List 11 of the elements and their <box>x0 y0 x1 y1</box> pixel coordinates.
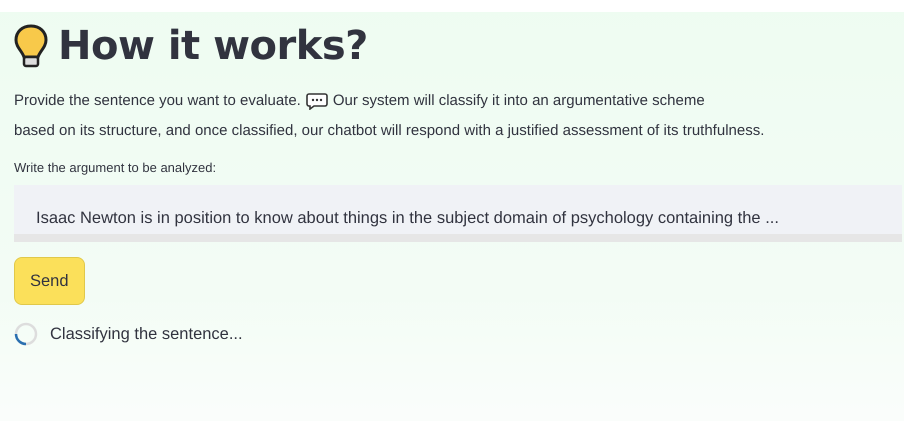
description-text: Our system will classify it into an argumentative scheme <box>332 91 705 111</box>
page-title: How it works? <box>58 23 368 69</box>
lightbulb-icon <box>14 24 48 68</box>
status-text: Classifying the sentence... <box>50 324 243 344</box>
send-button[interactable]: Send <box>14 257 85 305</box>
description-text: based on its structure, and once classified, our chatbot will respond with a justified assessment of its truthfulness. <box>14 121 766 141</box>
speech-bubble-icon <box>306 92 328 110</box>
field-label: Write the argument to be analyzed: <box>14 160 218 175</box>
argument-field[interactable]: Isaac Newton is in position to know about things in the subject domain of psychology containing the ... <box>14 185 902 242</box>
loading-spinner-icon <box>14 322 38 346</box>
description-text: Provide the sentence you want to evaluate. <box>14 91 301 111</box>
